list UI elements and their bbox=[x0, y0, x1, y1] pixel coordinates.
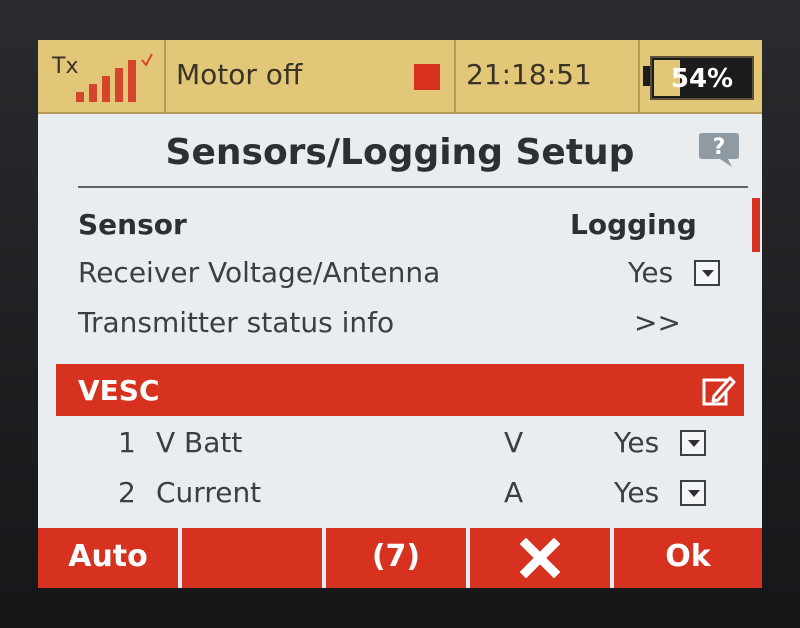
vesc-row-2-dropdown-icon[interactable] bbox=[680, 480, 706, 506]
tx-label: Tx bbox=[52, 54, 79, 79]
vesc-group-header[interactable]: VESC bbox=[56, 364, 744, 416]
row-transmitter-status-label[interactable]: Transmitter status info bbox=[78, 306, 394, 339]
count-button[interactable]: (7) bbox=[326, 528, 466, 588]
row-receiver-voltage-dropdown-icon[interactable] bbox=[694, 260, 720, 286]
clock-time: 21:18:51 bbox=[466, 58, 592, 91]
motor-status-text: Motor off bbox=[176, 58, 303, 91]
clock-cell: 21:18:51 bbox=[456, 40, 640, 112]
close-x-icon bbox=[519, 537, 561, 579]
battery-icon: 54% bbox=[650, 56, 754, 100]
row-receiver-voltage-value[interactable]: Yes bbox=[628, 256, 673, 289]
vesc-row-2-value[interactable]: Yes bbox=[614, 476, 659, 509]
tx-signal-cell: Tx bbox=[38, 40, 166, 112]
vesc-row-1-dropdown-icon[interactable] bbox=[680, 430, 706, 456]
screen: Tx Motor off 21:18:51 54% Sensors/Loggin… bbox=[38, 40, 762, 588]
motor-status-cell: Motor off bbox=[166, 40, 456, 112]
edit-icon[interactable] bbox=[702, 374, 736, 406]
vesc-group-label: VESC bbox=[78, 374, 160, 407]
sensor-column-header: Sensor bbox=[78, 208, 187, 241]
vesc-row-2-index: 2 bbox=[118, 476, 136, 509]
row-receiver-voltage-label[interactable]: Receiver Voltage/Antenna bbox=[78, 256, 440, 289]
vesc-row-1-value[interactable]: Yes bbox=[614, 426, 659, 459]
vesc-row-1-index: 1 bbox=[118, 426, 136, 459]
motor-indicator-icon bbox=[414, 64, 440, 90]
help-question-icon[interactable]: ? bbox=[698, 130, 740, 168]
vesc-row-1-name[interactable]: V Batt bbox=[156, 426, 242, 459]
page-title: Sensors/Logging Setup bbox=[165, 132, 635, 173]
battery-cell: 54% bbox=[640, 40, 762, 112]
close-button[interactable] bbox=[470, 528, 610, 588]
status-bar: Tx Motor off 21:18:51 54% bbox=[38, 40, 762, 114]
scrollbar-thumb[interactable] bbox=[752, 198, 760, 252]
battery-percent: 54% bbox=[670, 64, 734, 94]
empty-softkey-button[interactable] bbox=[182, 528, 322, 588]
ok-button[interactable]: Ok bbox=[614, 528, 762, 588]
svg-text:?: ? bbox=[713, 135, 726, 160]
vesc-row-2-unit: A bbox=[504, 476, 524, 509]
vesc-row-1-unit: V bbox=[504, 426, 524, 459]
title-divider bbox=[78, 186, 748, 188]
logging-column-header: Logging bbox=[570, 208, 697, 241]
softkey-bar: Auto (7) Ok bbox=[38, 528, 762, 588]
row-transmitter-status-link[interactable]: >> bbox=[634, 306, 681, 339]
vesc-row-2-name[interactable]: Current bbox=[156, 476, 261, 509]
signal-strength-icon bbox=[76, 52, 156, 102]
auto-button[interactable]: Auto bbox=[38, 528, 178, 588]
